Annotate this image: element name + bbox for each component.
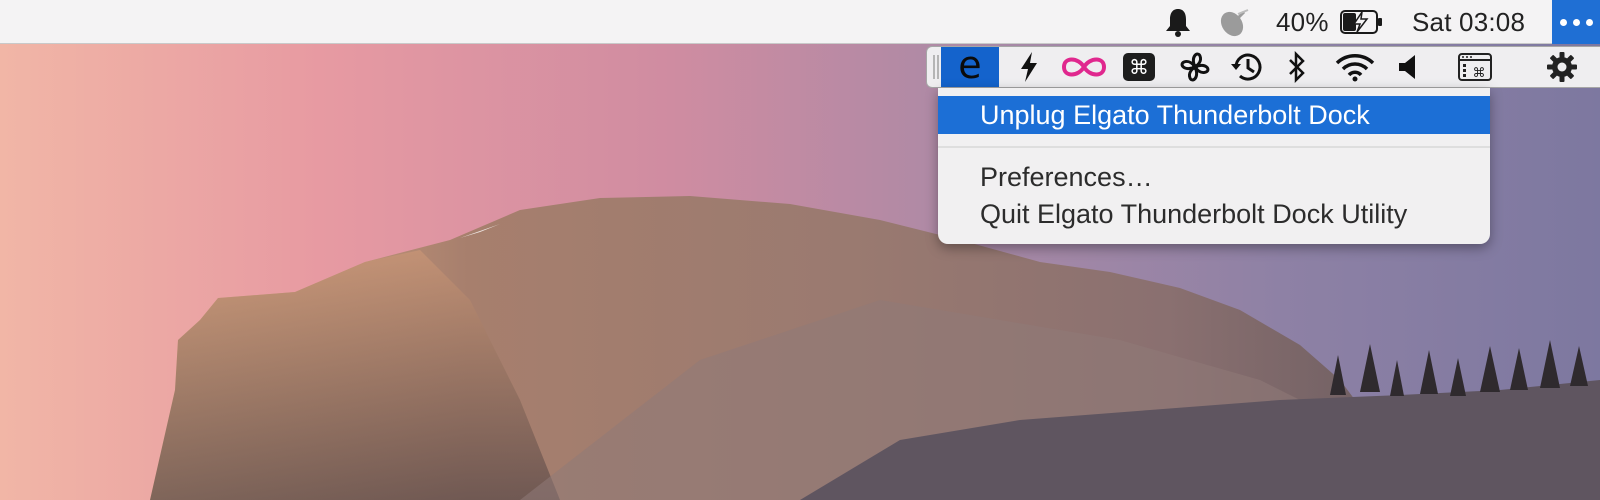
infinity-icon[interactable] xyxy=(1057,47,1111,87)
menu-bar: 40% Sat 03:08 xyxy=(0,0,1600,44)
drag-handle[interactable] xyxy=(933,55,939,79)
elgato-dropdown-menu: Unplug Elgato Thunderbolt Dock Preferenc… xyxy=(938,88,1490,244)
settings-gear-icon[interactable] xyxy=(1537,47,1587,87)
fan-icon[interactable] xyxy=(1171,47,1219,87)
wifi-icon[interactable] xyxy=(1331,47,1379,87)
menu-item-quit[interactable]: Quit Elgato Thunderbolt Dock Utility xyxy=(938,195,1490,233)
menu-bar-clock[interactable]: Sat 03:08 xyxy=(1412,0,1525,44)
notification-bell-icon[interactable] xyxy=(1164,0,1198,44)
keyboard-command-window-icon[interactable]: ⌘ xyxy=(1449,47,1501,87)
menu-separator xyxy=(938,146,1490,148)
command-key-icon[interactable]: ⌘ xyxy=(1117,47,1161,87)
menu-item-label: Preferences… xyxy=(980,161,1153,192)
elgato-app-icon[interactable]: e xyxy=(941,46,999,87)
bluetooth-icon[interactable] xyxy=(1277,47,1317,87)
volume-icon[interactable] xyxy=(1389,47,1429,87)
menu-item-unplug-dock[interactable]: Unplug Elgato Thunderbolt Dock xyxy=(938,96,1490,134)
svg-text:⌘: ⌘ xyxy=(1473,66,1486,81)
menu-item-label: Quit Elgato Thunderbolt Dock Utility xyxy=(980,198,1408,229)
satellite-dish-icon[interactable] xyxy=(1216,0,1254,44)
time-machine-icon[interactable] xyxy=(1223,47,1271,87)
menu-item-label: Unplug Elgato Thunderbolt Dock xyxy=(980,99,1370,130)
menu-item-preferences[interactable]: Preferences… xyxy=(938,158,1490,196)
battery-percentage: 40% xyxy=(1276,6,1329,37)
battery-charging-icon[interactable] xyxy=(1340,0,1386,44)
overflow-dots-icon[interactable] xyxy=(1552,0,1600,44)
menu-bar-extras-strip: e ⌘ ⌘ xyxy=(926,46,1600,88)
lightning-icon[interactable] xyxy=(1007,47,1051,87)
